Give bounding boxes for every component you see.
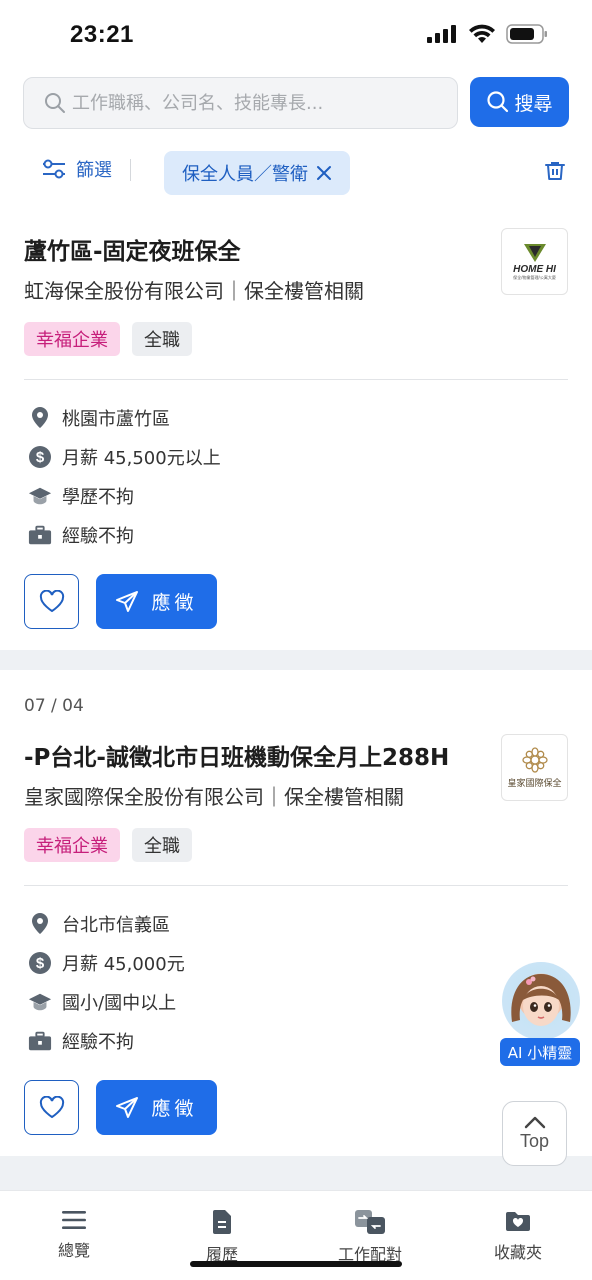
svg-text:$: $: [36, 449, 45, 466]
tab-favorites[interactable]: 收藏夾: [444, 1191, 592, 1280]
search-button-label: 搜尋: [514, 92, 553, 115]
logo-text: 皇家國際保全: [507, 779, 562, 789]
search-box[interactable]: [23, 77, 458, 129]
card-divider: [24, 379, 568, 380]
briefcase-icon: [28, 1029, 52, 1053]
job-location-text: 桃園市蘆竹區: [62, 408, 170, 430]
filter-divider: [130, 159, 131, 181]
job-info: 台北市信義區 $ 月薪 45,000元 國小/國中以上 經驗不拘: [28, 911, 185, 1053]
filter-chip-label: 保全人員／警衛: [182, 164, 308, 185]
job-card[interactable]: 07 / 04 -P台北-誠徵北市日班機動保全月上288H 皇家國際保全股份有限…: [0, 670, 592, 1156]
apply-button-label: 應徵: [151, 1098, 198, 1120]
scroll-top-label: Top: [519, 1131, 550, 1151]
heart-icon: [39, 589, 64, 612]
job-location-text: 台北市信義區: [62, 914, 170, 936]
tag-list: 幸福企業 全職: [24, 322, 192, 356]
status-icons: [426, 24, 548, 44]
apply-button[interactable]: 應徵: [96, 1080, 217, 1135]
job-location: 桃園市蘆竹區: [28, 405, 221, 430]
card-divider: [24, 885, 568, 886]
status-bar: 23:21: [0, 0, 592, 70]
company-logo[interactable]: HOME HI 保全/物業管理/公寓大廈: [501, 228, 568, 295]
apply-button-label: 應徵: [151, 592, 198, 614]
search-input[interactable]: [72, 92, 432, 114]
search-icon: [487, 91, 509, 113]
tag-list: 幸福企業 全職: [24, 828, 192, 862]
ai-helper-label: AI 小精靈: [500, 1038, 580, 1066]
dollar-icon: $: [28, 951, 52, 975]
job-education: 學歷不拘: [28, 483, 221, 508]
resume-icon: [213, 1210, 231, 1234]
job-card[interactable]: 蘆竹區-固定夜班保全 虹海保全股份有限公司｜保全樓管相關 HOME HI 保全/…: [0, 212, 592, 650]
svg-text:$: $: [36, 955, 45, 972]
royal-emblem-icon: [521, 747, 548, 773]
graduation-cap-icon: [28, 990, 52, 1014]
company-logo[interactable]: 皇家國際保全: [501, 734, 568, 801]
filter-sliders-icon: [43, 159, 65, 179]
job-salary-text: 月薪 45,000元: [62, 953, 185, 975]
job-experience: 經驗不拘: [28, 522, 221, 547]
match-icon: [355, 1210, 385, 1234]
close-icon[interactable]: [316, 165, 332, 181]
trash-icon[interactable]: [543, 159, 567, 183]
job-experience: 經驗不拘: [28, 1028, 185, 1053]
job-company[interactable]: 虹海保全股份有限公司｜保全樓管相關: [24, 275, 364, 304]
scroll-top-button[interactable]: Top: [502, 1101, 567, 1166]
briefcase-icon: [28, 523, 52, 547]
home-indicator: [190, 1261, 402, 1267]
ai-avatar-icon: [502, 962, 580, 1040]
apply-button[interactable]: 應徵: [96, 574, 217, 629]
job-salary: $ 月薪 45,000元: [28, 950, 185, 975]
tab-overview-label: 總覽: [57, 1241, 90, 1260]
logo-text: HOME HI: [513, 264, 556, 275]
menu-icon: [62, 1211, 86, 1229]
graduation-cap-icon: [28, 484, 52, 508]
job-education-text: 學歷不拘: [62, 486, 134, 508]
job-company[interactable]: 皇家國際保全股份有限公司｜保全樓管相關: [24, 781, 404, 810]
send-icon: [116, 590, 139, 612]
job-info: 桃園市蘆竹區 $ 月薪 45,500元以上 學歷不拘 經驗不拘: [28, 405, 221, 547]
tag-happy-company: 幸福企業: [24, 322, 120, 356]
job-education: 國小/國中以上: [28, 989, 185, 1014]
logo-subtext: 保全/物業管理/公寓大廈: [513, 275, 556, 280]
heart-icon: [39, 1095, 64, 1118]
location-pin-icon: [28, 406, 52, 430]
filter-label: 篩選: [76, 160, 112, 181]
job-location: 台北市信義區: [28, 911, 185, 936]
battery-icon: [506, 24, 547, 44]
chevron-up-icon: [524, 1116, 545, 1129]
job-experience-text: 經驗不拘: [62, 1031, 134, 1053]
status-time: 23:21: [70, 21, 134, 48]
tag-happy-company: 幸福企業: [24, 828, 120, 862]
wifi-icon: [469, 24, 495, 43]
job-salary-text: 月薪 45,500元以上: [62, 447, 221, 469]
job-title[interactable]: 蘆竹區-固定夜班保全: [24, 232, 241, 266]
search-row: 搜尋: [23, 77, 569, 129]
filter-row: 篩選 保全人員／警衛: [0, 148, 592, 198]
tag-fulltime: 全職: [132, 828, 192, 862]
filter-chip[interactable]: 保全人員／警衛: [164, 151, 350, 195]
location-pin-icon: [28, 912, 52, 936]
dollar-icon: $: [28, 445, 52, 469]
job-education-text: 國小/國中以上: [62, 992, 177, 1014]
folder-heart-icon: [506, 1212, 530, 1231]
filter-button[interactable]: 篩選: [40, 156, 112, 182]
search-button[interactable]: 搜尋: [470, 77, 569, 127]
send-icon: [116, 1096, 139, 1118]
job-experience-text: 經驗不拘: [62, 525, 134, 547]
tab-overview[interactable]: 總覽: [0, 1191, 148, 1280]
ai-helper-button[interactable]: AI 小精靈: [498, 962, 582, 1066]
tag-fulltime: 全職: [132, 322, 192, 356]
home-hi-logo-icon: [523, 244, 546, 262]
job-salary: $ 月薪 45,500元以上: [28, 444, 221, 469]
signal-icon: [427, 25, 456, 43]
job-title[interactable]: -P台北-誠徵北市日班機動保全月上288H: [24, 738, 449, 772]
job-date: 07 / 04: [24, 696, 84, 716]
tab-favorites-label: 收藏夾: [493, 1243, 542, 1262]
favorite-button[interactable]: [24, 574, 79, 629]
favorite-button[interactable]: [24, 1080, 79, 1135]
search-icon: [45, 93, 65, 113]
